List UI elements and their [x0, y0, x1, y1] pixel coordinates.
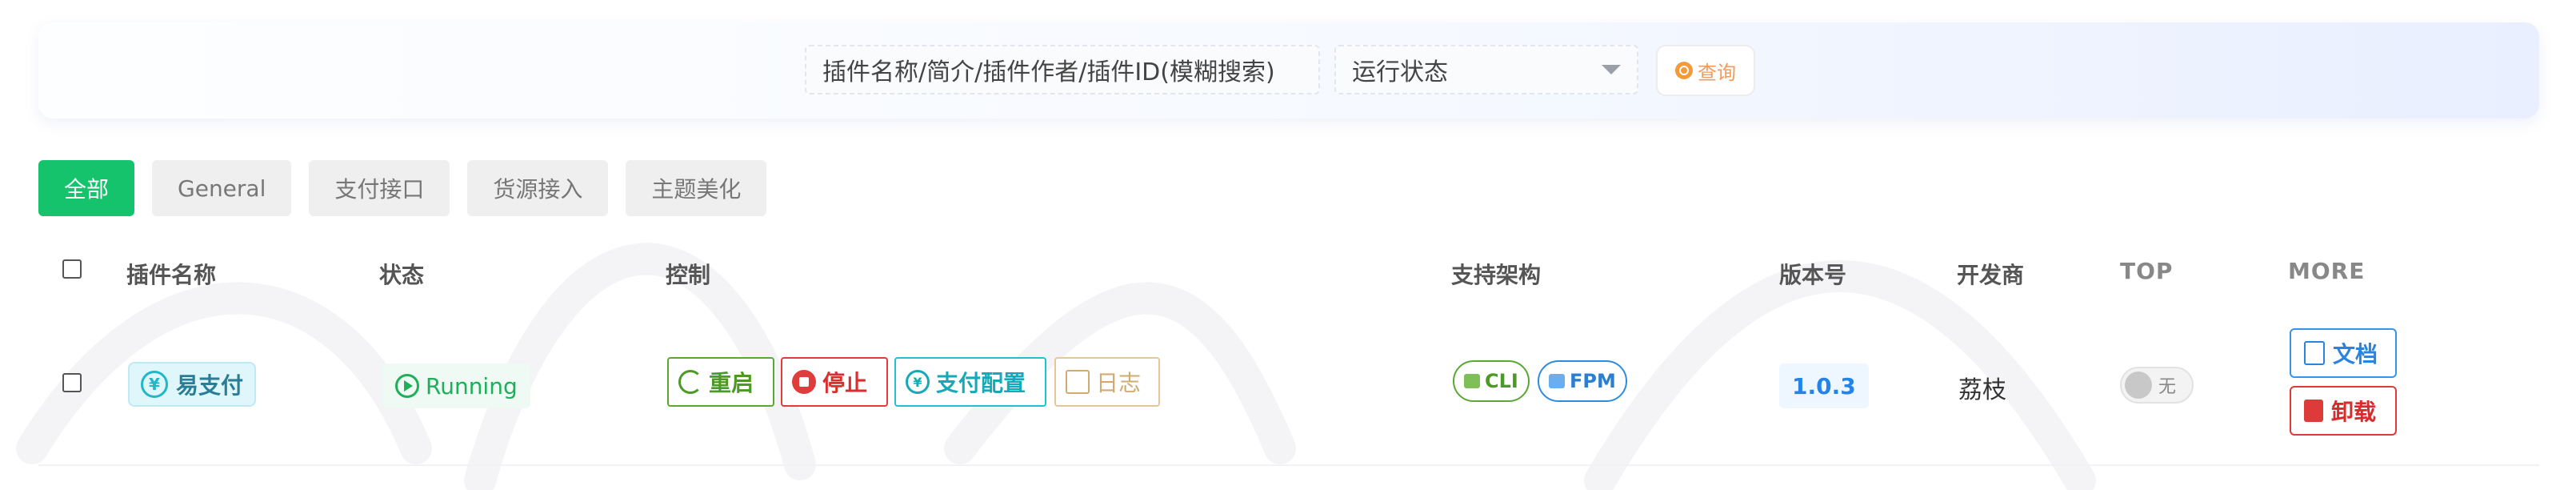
pay-config-label: 支付配置	[936, 370, 1026, 396]
toggle-knob	[2125, 372, 2152, 399]
developer-name: 荔枝	[1958, 376, 2006, 404]
log-button[interactable]: 日志	[1054, 357, 1160, 407]
tab-payment[interactable]: 支付接口	[309, 160, 450, 216]
query-button[interactable]: 查询	[1656, 45, 1755, 96]
header-developer: 开发商	[1957, 262, 2025, 288]
uninstall-button[interactable]: 卸载	[2290, 386, 2397, 436]
document-icon	[2304, 341, 2325, 365]
yen-icon: ¥	[141, 371, 168, 398]
header-top: TOP	[2120, 258, 2174, 284]
yen-icon: ¥	[906, 370, 930, 394]
header-status: 状态	[379, 262, 425, 288]
server-icon	[1549, 374, 1565, 388]
stop-icon	[792, 370, 816, 394]
header-control: 控制	[666, 262, 711, 288]
header-more: MORE	[2288, 258, 2366, 284]
arch-fpm-label: FPM	[1570, 370, 1616, 392]
plugin-name-tag[interactable]: ¥ 易支付	[128, 362, 257, 407]
run-status-select-label: 运行状态	[1352, 58, 1448, 86]
version-badge: 1.0.3	[1779, 363, 1869, 408]
plugin-name: 易支付	[176, 372, 244, 399]
tab-supply[interactable]: 货源接入	[467, 160, 609, 216]
row-checkbox[interactable]	[62, 373, 82, 392]
stack-icon	[1464, 374, 1480, 388]
arch-badge-fpm: FPM	[1538, 360, 1627, 402]
log-icon	[1066, 370, 1090, 394]
header-version: 版本号	[1779, 262, 1847, 288]
select-all-checkbox[interactable]	[62, 259, 82, 279]
search-icon	[1675, 62, 1693, 79]
top-toggle-label: 无	[2158, 377, 2177, 397]
status-text: Running	[426, 372, 518, 400]
doc-label: 文档	[2333, 341, 2378, 368]
keyword-search-placeholder: 插件名称/简介/插件作者/插件ID(模糊搜索)	[822, 58, 1275, 86]
category-tabs: 全部 General 支付接口 货源接入 主题美化	[38, 160, 767, 216]
keyword-search-input[interactable]: 插件名称/简介/插件作者/插件ID(模糊搜索)	[805, 45, 1320, 94]
header-arch: 支持架构	[1451, 262, 1542, 288]
tab-general[interactable]: General	[152, 160, 292, 216]
tab-all[interactable]: 全部	[38, 160, 135, 216]
status-badge: Running	[382, 363, 530, 408]
stop-label: 停止	[822, 370, 868, 396]
trash-icon	[2304, 400, 2323, 422]
refresh-icon	[678, 370, 702, 394]
log-label: 日志	[1096, 370, 1142, 396]
arch-badge-cli: CLI	[1453, 360, 1530, 402]
query-button-label: 查询	[1698, 61, 1736, 84]
restart-button[interactable]: 重启	[667, 357, 774, 407]
uninstall-label: 卸载	[2331, 399, 2377, 425]
play-circle-icon	[395, 374, 419, 398]
arch-cli-label: CLI	[1485, 370, 1518, 392]
header-name: 插件名称	[126, 262, 217, 288]
run-status-select[interactable]: 运行状态	[1334, 45, 1638, 94]
restart-label: 重启	[709, 370, 754, 396]
pay-config-button[interactable]: ¥ 支付配置	[894, 357, 1046, 407]
tab-theme[interactable]: 主题美化	[626, 160, 767, 216]
top-toggle[interactable]: 无	[2120, 367, 2194, 404]
doc-button[interactable]: 文档	[2290, 328, 2397, 378]
stop-button[interactable]: 停止	[781, 357, 888, 407]
chevron-down-icon	[1602, 65, 1621, 74]
row-divider	[38, 464, 2539, 466]
